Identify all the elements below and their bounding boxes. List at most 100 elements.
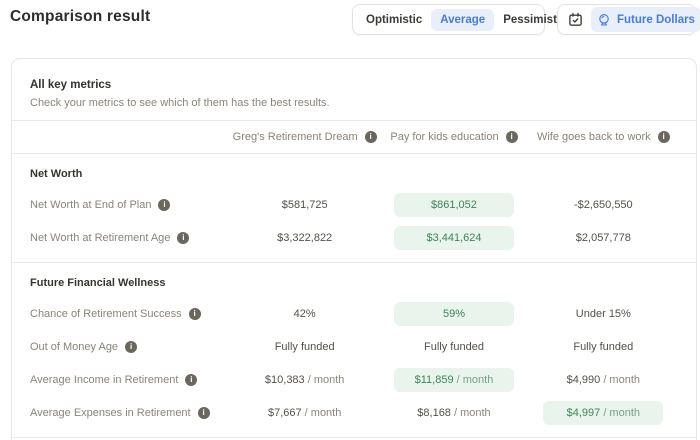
metric-value-cell: $4,997 / month [529,401,678,425]
table-row: Chance of Retirement Success i 42% 59% Under… [12,297,696,330]
table-row: Out of Money AgeiFully fundedFully funde… [12,330,696,363]
row-label-text: Net Worth at End of Plan [30,199,151,211]
value-amount: -$2,650,550 [574,199,633,211]
metric-value-cell: -$2,650,550 [529,199,678,211]
metric-value-cell: $3,441,624 [379,226,528,250]
value-amount: Fully funded [424,341,484,353]
info-icon[interactable]: i [125,341,137,353]
value-amount: $3,441,624 [426,232,481,244]
table-row: Net Worth at Retirement Age i $3,322,822 $3… [12,221,696,254]
column-header: Pay for kids education i [379,131,528,143]
info-icon[interactable]: i [158,199,170,211]
metric-value-cell: 59% [379,302,528,326]
tab-average[interactable]: Average [431,9,494,31]
table-row: Net Worth at End of Plan i $581,725 $861,05… [12,188,696,221]
metric-value-cell: Under 15% [529,308,678,320]
info-icon[interactable]: i [185,374,197,386]
row-label: Chance of Retirement Success i [30,308,230,320]
row-label: Net Worth at Retirement Age i [30,232,230,244]
row-label: Net Worth at End of Plan i [30,199,230,211]
row-label-text: Chance of Retirement Success [30,308,182,320]
value-suffix: / month [451,407,491,419]
metric-value-cell: $3,322,822 [230,232,379,244]
value: -$2,650,550 [574,199,633,211]
info-icon[interactable]: i [506,131,518,143]
crystal-ball-icon [597,13,611,27]
metric-value-cell: $581,725 [230,199,379,211]
info-icon[interactable]: i [198,407,210,419]
row-label-text: Net Worth at Retirement Age [30,232,170,244]
scenario-tab-group: OptimisticAveragePessimistic [352,4,545,35]
card-subheading: Check your metrics to see which of them … [30,97,678,109]
highlighted-value: $861,052 [394,193,514,217]
value-amount: $4,990 [567,374,601,386]
metrics-table-body: Net Worth Net Worth at End of Plan i $581,7… [12,153,696,437]
value-amount: $581,725 [282,199,328,211]
value-suffix: / month [454,374,494,386]
card-bottom-divider [12,437,696,438]
column-header-label: Pay for kids education [390,131,498,143]
table-row: Average Expenses in Retirement i $7,667 / … [12,396,696,429]
metric-value-cell: $11,859 / month [379,368,528,392]
info-icon[interactable]: i [658,131,670,143]
metric-value-cell: $10,383 / month [230,374,379,386]
value: $2,057,778 [576,232,631,244]
value: $10,383 / month [265,374,345,386]
highlighted-value: $4,997 / month [543,401,663,425]
row-label-text: Average Income in Retirement [30,374,178,386]
table-row: Average Income in Retirement i $10,383 / m… [12,363,696,396]
card-heading: All key metrics [30,79,678,91]
tab-optimistic[interactable]: Optimistic [357,9,431,31]
metric-value-cell: $7,667 / month [230,407,379,419]
column-header: Wife goes back to work i [529,131,678,143]
value-suffix: / month [305,374,345,386]
column-header-label: Wife goes back to work [537,131,651,143]
value-suffix: / month [302,407,342,419]
value-amount: $3,322,822 [277,232,332,244]
highlighted-value: 59% [394,302,514,326]
future-dollars-label: Future Dollars [617,14,695,26]
value-amount: $861,052 [431,199,477,211]
highlighted-value: $11,859 / month [394,368,514,392]
value-amount: $2,057,778 [576,232,631,244]
value: $3,322,822 [277,232,332,244]
value-amount: $10,383 [265,374,305,386]
value-amount: Fully funded [573,341,633,353]
todays-dollars-button[interactable] [562,7,589,32]
info-icon[interactable]: i [177,232,189,244]
metric-value-cell: 42% [230,308,379,320]
value-amount: $4,997 [567,407,601,419]
value: $7,667 / month [268,407,341,419]
column-header-label: Greg's Retirement Dream [233,131,358,143]
future-dollars-button[interactable]: Future Dollars [591,7,700,32]
value: $4,990 / month [567,374,640,386]
value: $581,725 [282,199,328,211]
value-amount: 42% [294,308,316,320]
info-icon[interactable]: i [189,308,201,320]
value-amount: Under 15% [576,308,631,320]
metric-value-cell: $2,057,778 [529,232,678,244]
row-label: Out of Money Agei [30,341,230,353]
value-amount: $11,859 [415,374,454,386]
metric-value-cell: Fully funded [230,341,379,353]
metric-value-cell: $4,990 / month [529,374,678,386]
metrics-section: Net Worth Net Worth at End of Plan i $581,7… [12,153,696,262]
section-title: Net Worth [12,164,696,184]
value-amount: $8,168 [417,407,451,419]
calendar-check-icon [568,12,583,27]
value: Fully funded [424,341,484,353]
section-title: Future Financial Wellness [12,273,696,293]
column-header: Greg's Retirement Dream i [230,131,379,143]
metric-value-cell: $8,168 / month [379,407,528,419]
value-amount: 59% [443,308,465,320]
info-icon[interactable]: i [365,131,377,143]
value: Under 15% [576,308,631,320]
metric-value-cell: Fully funded [379,341,528,353]
value-suffix: / month [600,374,640,386]
row-label-text: Average Expenses in Retirement [30,407,191,419]
value: $8,168 / month [417,407,490,419]
value-amount: $7,667 [268,407,302,419]
row-label: Average Income in Retirement i [30,374,230,386]
value-suffix: / month [600,407,640,419]
metrics-section: Future Financial Wellness Chance of Retir… [12,262,696,437]
